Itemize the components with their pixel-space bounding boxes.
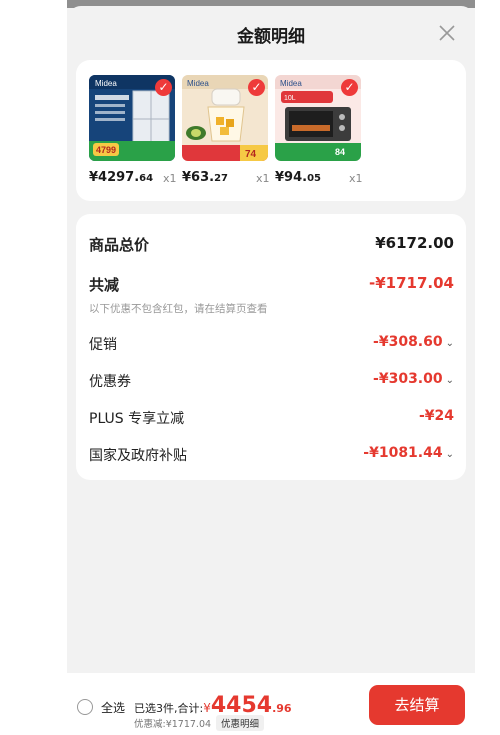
subsidy-label: 国家及政府补贴 [89,448,187,464]
product-image-chopper[interactable]: Midea 74 ✓ [182,75,268,161]
selected-check-icon: ✓ [155,79,172,96]
product-qty: x1 [256,172,270,185]
product-price: ¥4297.64 [89,170,154,185]
svg-text:4799: 4799 [96,145,116,155]
chevron-down-icon: ⌄ [445,375,454,386]
product-image-refrigerator[interactable]: Midea 4799 ✓ [89,75,175,161]
close-icon[interactable] [437,23,457,43]
discount-detail-button[interactable]: 优惠明细 [216,715,265,731]
promo-value: -¥308.60 ⌄ [373,334,454,350]
svg-text:84: 84 [335,147,345,157]
subsidy-value: -¥1081.44 ⌄ [363,445,454,461]
svg-text:10L: 10L [284,95,296,102]
chevron-down-icon: ⌄ [445,449,454,460]
product-qty: x1 [349,172,363,185]
svg-text:Midea: Midea [187,79,209,88]
product-list: Midea 4799 ✓ ¥4297.64 x1 Midea 74 ✓ ¥63.… [76,60,466,201]
discount-note: 以下优惠不包含红包，请在结算页查看 [89,303,268,315]
checkout-button[interactable]: 去结算 [369,685,465,725]
svg-text:74: 74 [245,149,257,160]
reduce-label: 共减 [89,276,120,294]
discount-text: 优惠减:¥1717.04 [134,719,212,730]
total-value: ¥6172.00 [375,234,454,252]
product-image-oven[interactable]: Midea 10L 84 ✓ [275,75,361,161]
product-price: ¥94.05 [275,170,321,185]
select-all-label[interactable]: 全选 [101,699,125,716]
price-breakdown-card: 商品总价 ¥6172.00 共减 -¥1717.04 以下优惠不包含红包，请在结… [76,214,466,480]
svg-text:Midea: Midea [280,79,302,88]
total-label: 商品总价 [89,236,150,254]
coupon-label: 优惠券 [89,374,131,390]
selected-check-icon: ✓ [248,79,265,96]
page-title: 金额明细 [237,27,305,47]
plus-label: PLUS 专享立减 [89,411,185,427]
select-all-radio[interactable] [77,699,93,715]
selected-check-icon: ✓ [341,79,358,96]
coupon-value: -¥303.00 ⌄ [373,371,454,387]
product-price: ¥63.27 [182,170,228,185]
amount-detail-sheet: 金额明细 Midea 4799 ✓ ¥4297.64 x1 Midea 74 ✓… [67,0,475,735]
reduce-value: -¥1717.04 [369,274,454,292]
checkout-bar: 全选 已选3件,合计:¥4454.96 优惠减:¥1717.04 优惠明细 去结算 [67,673,475,735]
promo-label: 促销 [89,337,117,353]
product-qty: x1 [163,172,177,185]
sheet-header: 金额明细 [67,6,475,56]
chevron-down-icon: ⌄ [445,338,454,349]
plus-value: -¥24 [418,408,454,424]
discount-summary: 优惠减:¥1717.04 优惠明细 [134,715,265,731]
svg-text:Midea: Midea [95,79,117,88]
